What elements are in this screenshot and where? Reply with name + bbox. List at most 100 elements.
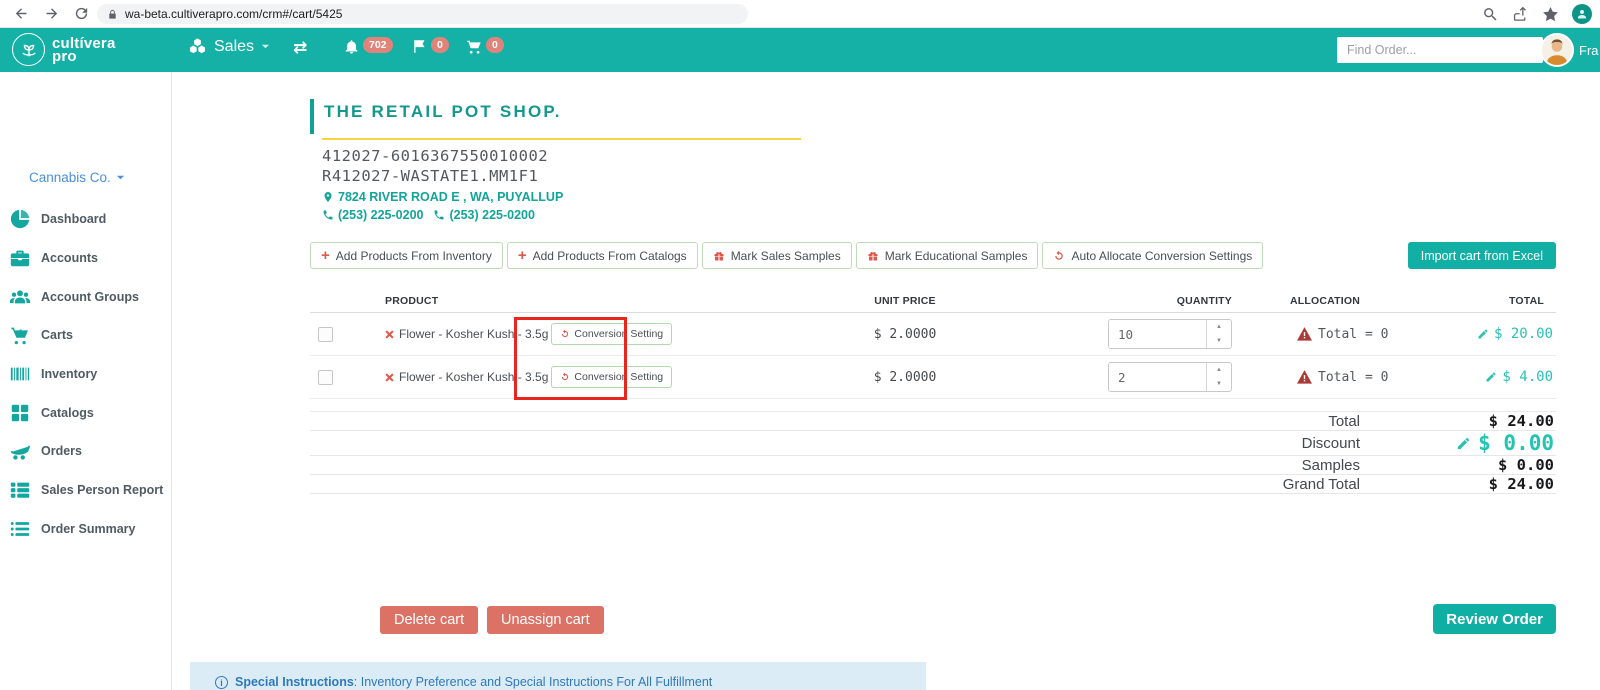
plus-icon: + xyxy=(321,246,330,264)
conversion-setting-button[interactable]: Conversion Setting xyxy=(551,323,673,345)
browser-url-bar[interactable]: wa-beta.cultiverapro.com/crm#/cart/5425 xyxy=(97,4,748,24)
table-spacer xyxy=(310,399,1556,412)
spin-up-icon[interactable]: ▲ xyxy=(1207,363,1231,377)
product-name: Flower - Kosher Kush - 3.5g xyxy=(399,327,549,341)
sidebar-item-accounts[interactable]: Accounts xyxy=(0,239,171,278)
browser-chrome: wa-beta.cultiverapro.com/crm#/cart/5425 xyxy=(0,0,1600,28)
chevron-down-icon xyxy=(116,175,124,180)
edit-pencil-icon[interactable] xyxy=(1456,436,1471,451)
samples-value: $ 0.00 xyxy=(1498,456,1554,474)
browser-profile-avatar[interactable] xyxy=(1572,4,1592,24)
license-number-1: 412027-6016367550010002 xyxy=(322,147,549,165)
table-header-row: PRODUCT UNIT PRICE QUANTITY ALLOCATION T… xyxy=(310,290,1556,313)
barcode-icon xyxy=(10,367,30,381)
spin-up-icon[interactable]: ▲ xyxy=(1207,320,1231,334)
quantity-input[interactable] xyxy=(1109,320,1206,348)
customer-address: 7824 RIVER ROAD E , WA, PUYALLUP xyxy=(322,190,563,204)
conversion-setting-button[interactable]: Conversion Setting xyxy=(551,366,673,388)
special-instructions-bar: i Special Instructions: Inventory Prefer… xyxy=(190,662,926,690)
sidebar-item-sales-person-report[interactable]: Sales Person Report xyxy=(0,471,171,510)
browser-url: wa-beta.cultiverapro.com/crm#/cart/5425 xyxy=(125,7,343,21)
mark-sales-samples-button[interactable]: Mark Sales Samples xyxy=(701,242,852,269)
col-total: TOTAL xyxy=(1508,295,1544,307)
remove-product-icon[interactable] xyxy=(385,372,394,382)
review-order-button[interactable]: Review Order xyxy=(1433,604,1556,634)
remove-product-icon[interactable] xyxy=(385,329,394,339)
recycle-icon xyxy=(1053,250,1065,262)
quantity-spin-buttons[interactable]: ▲ ▼ xyxy=(1206,320,1231,348)
add-products-from-inventory-button[interactable]: + Add Products From Inventory xyxy=(310,242,503,269)
import-cart-from-excel-button[interactable]: Import cart from Excel xyxy=(1407,242,1556,269)
report-list-icon xyxy=(10,482,30,498)
notifications-button[interactable]: 702 xyxy=(343,37,393,55)
table-row: Flower - Kosher Kush - 3.5g Conversion S… xyxy=(310,356,1556,399)
yellow-divider xyxy=(322,138,801,140)
bookmark-star-icon[interactable] xyxy=(1542,6,1559,23)
quantity-stepper[interactable]: ▲▼ xyxy=(1108,319,1232,349)
col-allocation: ALLOCATION xyxy=(1289,295,1361,307)
user-avatar xyxy=(1540,33,1574,67)
nav-sales-label: Sales xyxy=(214,37,255,55)
cubes-icon xyxy=(189,38,206,54)
cart-button[interactable]: 0 xyxy=(466,37,504,55)
cart-icon xyxy=(10,445,31,461)
cart-table: PRODUCT UNIT PRICE QUANTITY ALLOCATION T… xyxy=(310,290,1556,494)
sidebar-item-order-summary[interactable]: Order Summary xyxy=(0,510,171,549)
line-total: $ 20.00 xyxy=(1493,326,1553,342)
company-name: Cannabis Co. xyxy=(29,170,111,185)
recycle-icon xyxy=(562,372,569,381)
mark-educational-samples-button[interactable]: Mark Educational Samples xyxy=(855,242,1039,269)
sidebar-item-account-groups[interactable]: Account Groups xyxy=(0,277,171,316)
app-header: cultívera pro Sales ⇄ 702 0 0 Fra xyxy=(0,28,1600,72)
phone-number-2: (253) 225-0200 xyxy=(449,208,535,222)
cultivera-logo[interactable]: cultívera pro xyxy=(12,33,116,66)
spin-down-icon[interactable]: ▼ xyxy=(1207,377,1231,391)
sidebar-item-inventory[interactable]: Inventory xyxy=(0,355,171,394)
sidebar-item-carts[interactable]: Carts xyxy=(0,316,171,355)
product-name: Flower - Kosher Kush - 3.5g xyxy=(399,370,549,384)
edit-pencil-icon[interactable] xyxy=(1485,371,1497,383)
user-menu[interactable]: Fra xyxy=(1540,33,1599,67)
browser-forward-icon[interactable] xyxy=(43,5,60,22)
total-value: $ 24.00 xyxy=(1488,412,1554,430)
customer-name: THE RETAIL POT SHOP. xyxy=(324,102,562,121)
add-products-from-catalogs-button[interactable]: + Add Products From Catalogs xyxy=(506,242,698,269)
sidebar-item-dashboard[interactable]: Dashboard xyxy=(0,200,171,239)
flags-button[interactable]: 0 xyxy=(411,37,449,55)
grand-total-value: $ 24.00 xyxy=(1488,475,1554,493)
zoom-icon[interactable] xyxy=(1482,6,1499,23)
quantity-input[interactable] xyxy=(1109,363,1206,391)
recycle-icon xyxy=(562,329,569,338)
company-selector[interactable]: Cannabis Co. xyxy=(29,170,125,185)
browser-reload-icon[interactable] xyxy=(73,5,90,22)
edit-pencil-icon[interactable] xyxy=(1477,328,1489,340)
flags-count: 0 xyxy=(431,37,449,53)
gift-icon xyxy=(713,250,725,262)
row-checkbox[interactable] xyxy=(318,369,333,385)
phone-icon xyxy=(323,210,333,220)
user-name: Fra xyxy=(1579,42,1599,58)
sidebar-item-orders[interactable]: Orders xyxy=(0,432,171,471)
unassign-cart-button[interactable]: Unassign cart xyxy=(487,606,604,634)
special-instructions-text: Special Instructions: Inventory Preferen… xyxy=(235,675,713,689)
summary-row-discount: Discount $ 0.00 xyxy=(310,431,1556,456)
share-icon[interactable] xyxy=(1512,6,1529,23)
browser-back-icon[interactable] xyxy=(13,5,30,22)
phone-number-1: (253) 225-0200 xyxy=(338,208,424,222)
delete-cart-button[interactable]: Delete cart xyxy=(380,606,479,634)
plus-icon: + xyxy=(517,246,527,264)
quantity-stepper[interactable]: ▲▼ xyxy=(1108,362,1232,392)
find-order-input[interactable] xyxy=(1337,37,1543,63)
summary-row-grand-total: Grand Total $ 24.00 xyxy=(310,475,1556,494)
exchange-icon[interactable]: ⇄ xyxy=(293,38,307,58)
row-checkbox[interactable] xyxy=(318,326,333,342)
bell-icon xyxy=(345,40,358,54)
sidebar-item-catalogs[interactable]: Catalogs xyxy=(0,393,171,432)
auto-allocate-conversion-settings-button[interactable]: Auto Allocate Conversion Settings xyxy=(1042,242,1264,269)
briefcase-icon xyxy=(10,250,30,267)
spin-down-icon[interactable]: ▼ xyxy=(1207,334,1231,348)
quantity-spin-buttons[interactable]: ▲ ▼ xyxy=(1206,363,1231,391)
nav-sales-menu[interactable]: Sales xyxy=(188,37,270,56)
info-icon: i xyxy=(215,676,228,689)
cart-actions: + Add Products From Inventory + Add Prod… xyxy=(310,242,1264,269)
